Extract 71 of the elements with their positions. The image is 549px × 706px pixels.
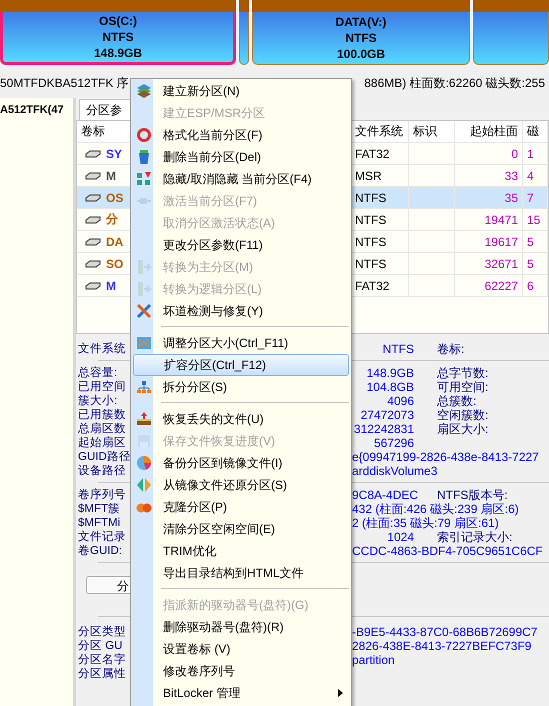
detail-label: 文件记录 xyxy=(78,530,127,544)
detail-label: 已用簇数 xyxy=(78,408,127,422)
table-cell: 19471 xyxy=(455,209,523,230)
table-cell: 5 xyxy=(523,231,548,252)
detail-value: e{09947199-2826-438e-8413-7227 xyxy=(352,450,539,464)
detail-label: 起始扇区 xyxy=(78,436,127,450)
table-cell: 4 xyxy=(523,165,548,186)
detail-label: 总簇数: xyxy=(437,394,476,408)
table-cell: 33 xyxy=(455,165,523,186)
volume-label: DA xyxy=(106,234,124,248)
detail-label: 总容量: xyxy=(78,366,118,380)
partition-filesystem: NTFS xyxy=(102,29,134,45)
partition-filesystem: NTFS xyxy=(345,30,377,46)
table-cell: 6 xyxy=(523,275,548,296)
partition-size: 100.0GB xyxy=(336,46,386,62)
table-cell: 35 xyxy=(455,187,523,208)
disk-model-text: 50MTFDKBA512TFK 序 xyxy=(0,74,129,92)
detail-value: 4096 xyxy=(386,394,414,408)
detail-label: 分区 GU xyxy=(78,639,124,653)
detail-value: -B9E5-4433-87C0-68B6B72699C7 xyxy=(352,625,538,639)
detail-label: 已用空间 xyxy=(78,380,127,394)
detail-label: 文件系统 xyxy=(78,342,127,356)
table-cell: 32671 xyxy=(455,253,523,274)
detail-label: 簇大小: xyxy=(78,394,118,408)
detail-label: $MFTMi xyxy=(78,516,122,530)
partition-name: DATA(V:) xyxy=(336,14,386,30)
detail-value: CCDC-4863-BDF4-705C9651C6CF xyxy=(352,544,543,558)
detail-value: 567296 xyxy=(372,436,414,450)
volume-label: SY xyxy=(106,146,122,160)
detail-label: 卷标: xyxy=(437,342,464,356)
detail-value: 312242831 xyxy=(352,422,414,436)
table-cell: 15 xyxy=(523,209,548,230)
detail-value: 148.9GB xyxy=(366,366,414,380)
detail-label: 可用空间: xyxy=(437,380,488,394)
detail-label: 卷序列号 xyxy=(78,488,127,502)
detail-value: arddiskVolume3 xyxy=(352,464,438,478)
detail-label: 分区名字 xyxy=(78,653,127,667)
volume-label: 分 xyxy=(106,211,118,228)
detail-label: 索引记录大小: xyxy=(437,530,512,544)
detail-value: 104.8GB xyxy=(366,380,414,394)
detail-value: 432 (柱面:426 磁头:239 扇区:6) xyxy=(352,502,519,516)
table-cell: 0 xyxy=(455,143,523,164)
detail-value: 27472073 xyxy=(360,408,414,422)
detail-label: GUID路径 xyxy=(78,450,129,464)
table-cell: 1 xyxy=(523,143,548,164)
detail-label: NTFS版本号: xyxy=(437,488,508,502)
detail-label: 总字节数: xyxy=(437,366,488,380)
table-cell: 5 xyxy=(523,253,548,274)
detail-value: 2 (柱面:35 磁头:79 扇区:61) xyxy=(352,516,499,530)
detail-label: 总扇区数 xyxy=(78,422,127,436)
detail-label: 分区类型 xyxy=(78,625,127,639)
table-cell: 62227 xyxy=(455,275,523,296)
volume-label: M xyxy=(106,278,116,292)
volume-label: M xyxy=(106,168,116,182)
detail-value: 2826-438E-8413-7227BEFC73F9 xyxy=(352,639,532,653)
detail-label: 分区属性 xyxy=(78,667,127,681)
detail-value: partition xyxy=(352,653,395,667)
partition-name: OS(C:) xyxy=(99,13,137,29)
detail-label: $MFT簇 xyxy=(78,502,122,516)
table-cell: 7 xyxy=(523,187,548,208)
detail-label: 设备路径 xyxy=(78,464,127,478)
detail-label: 空闲簇数: xyxy=(437,408,488,422)
detail-value: 1024 xyxy=(386,530,414,544)
detail-label: 卷GUID: xyxy=(78,544,123,558)
volume-label: OS xyxy=(106,190,124,204)
detail-value: NTFS xyxy=(382,342,414,356)
volume-label: SO xyxy=(106,256,124,270)
detail-label: 扇区大小: xyxy=(437,422,488,436)
table-cell: 19617 xyxy=(455,231,523,252)
partition-size: 148.9GB xyxy=(94,45,142,61)
disk-geometry-text: 886MB) 柱面数:62260 磁头数:255 xyxy=(364,74,545,92)
